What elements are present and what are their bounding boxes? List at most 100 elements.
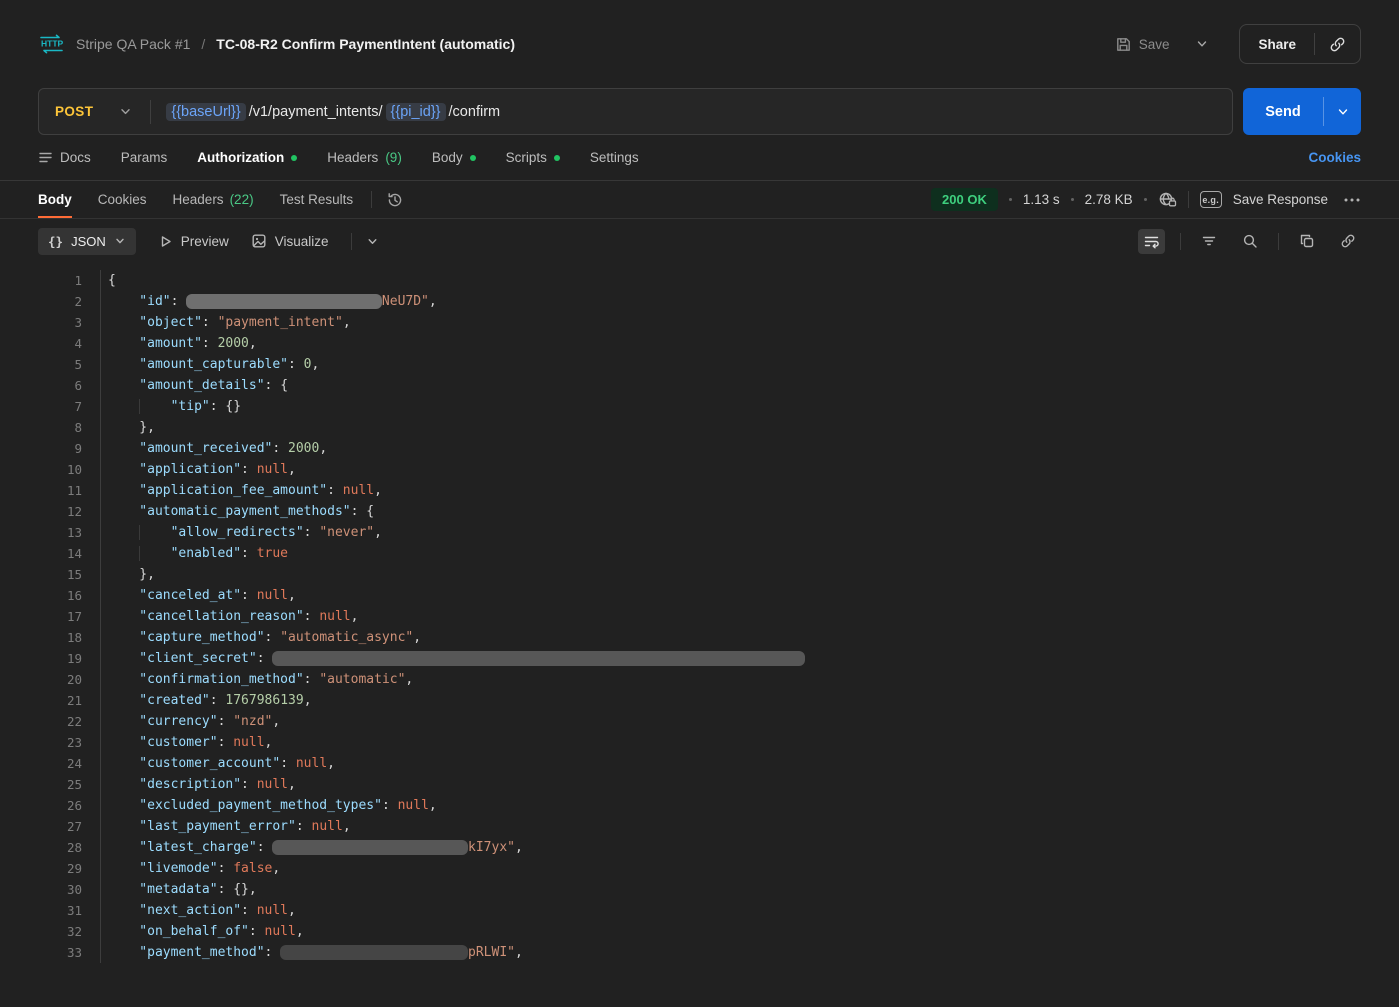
line-content: "amount": 2000, <box>101 336 256 351</box>
request-tab-docs[interactable]: Docs <box>38 150 91 165</box>
request-tab-params[interactable]: Params <box>121 150 168 165</box>
save-button[interactable]: Save <box>1111 30 1174 59</box>
response-tab-headers[interactable]: Headers (22) <box>173 181 254 218</box>
breadcrumb-request-name[interactable]: TC-08-R2 Confirm PaymentIntent (automati… <box>216 36 515 52</box>
divider <box>1278 232 1279 250</box>
code-line: 14 "enabled": true <box>0 543 1399 564</box>
url-segment: /v1/payment_intents/ <box>248 103 383 120</box>
response-tab-cookies[interactable]: Cookies <box>98 181 147 218</box>
viewer-chevron-down-icon[interactable] <box>366 235 379 248</box>
request-header: HTTP Stripe QA Pack #1 / TC-08-R2 Confir… <box>0 0 1399 88</box>
code-token: , <box>303 693 312 708</box>
format-selector[interactable]: {} JSON <box>38 227 136 255</box>
gutter-separator <box>82 501 101 522</box>
status-badge[interactable]: 200 OK <box>931 188 998 211</box>
history-icon[interactable] <box>386 191 404 209</box>
line-number: 16 <box>66 588 82 603</box>
example-badge-icon: e.g. <box>1199 191 1222 208</box>
code-token: : <box>170 294 187 309</box>
more-options-icon[interactable] <box>1343 193 1361 207</box>
save-options-chevron-down-icon[interactable] <box>1187 31 1217 57</box>
gutter-separator <box>82 837 101 858</box>
code-line: 1{ <box>0 270 1399 291</box>
response-time[interactable]: 1.13 s <box>1023 192 1060 207</box>
request-tab-headers[interactable]: Headers (9) <box>327 150 402 165</box>
code-token: 0 <box>303 357 312 372</box>
code-token: "payment_method" <box>139 945 265 960</box>
wrap-text-button[interactable] <box>1138 228 1165 254</box>
response-size[interactable]: 2.78 KB <box>1085 192 1133 207</box>
gutter-separator <box>82 879 101 900</box>
gutter-separator <box>82 375 101 396</box>
code-token: { <box>108 273 116 288</box>
indent-guide <box>139 525 170 540</box>
code-line: 29 "livemode": false, <box>0 858 1399 879</box>
request-tab-body[interactable]: Body <box>432 150 476 165</box>
send-button[interactable]: Send <box>1243 88 1323 135</box>
code-token: null <box>256 777 289 792</box>
search-button[interactable] <box>1237 228 1263 254</box>
code-token: , <box>288 588 296 603</box>
code-token: { <box>366 504 375 519</box>
line-number: 20 <box>66 672 82 687</box>
url-divider <box>150 99 152 124</box>
breadcrumb-collection[interactable]: Stripe QA Pack #1 <box>76 36 190 52</box>
divider <box>371 191 373 208</box>
line-number: 13 <box>66 525 82 540</box>
visualize-button[interactable]: Visualize <box>251 233 329 249</box>
method-chevron-down-icon <box>119 105 132 118</box>
code-line: 13 "allow_redirects": "never", <box>0 522 1399 543</box>
code-token: "nzd" <box>233 714 273 729</box>
copy-link-icon[interactable] <box>1315 36 1360 53</box>
preview-button[interactable]: Preview <box>158 234 229 249</box>
code-token: : <box>241 462 257 477</box>
response-tab-body[interactable]: Body <box>38 181 72 218</box>
request-tab-scripts[interactable]: Scripts <box>506 150 560 165</box>
gutter-separator <box>82 711 101 732</box>
code-token: , <box>428 294 437 309</box>
line-number: 31 <box>66 903 82 918</box>
send-options-chevron-down-icon[interactable] <box>1324 88 1361 135</box>
copy-button[interactable] <box>1294 228 1320 254</box>
code-line: 10 "application": null, <box>0 459 1399 480</box>
code-line: 16 "canceled_at": null, <box>0 585 1399 606</box>
line-content: "confirmation_method": "automatic", <box>101 672 413 687</box>
cookies-link[interactable]: Cookies <box>1308 150 1361 165</box>
request-tab-authorization[interactable]: Authorization <box>197 150 298 165</box>
line-number: 22 <box>66 714 82 729</box>
line-content: { <box>101 273 116 288</box>
code-token: : <box>209 399 226 414</box>
response-viewer-toolbar: {} JSON Preview Visualize <box>0 219 1399 263</box>
response-tab-test-results[interactable]: Test Results <box>280 181 354 218</box>
gutter-separator <box>82 690 101 711</box>
format-chevron-down-icon <box>114 235 126 247</box>
tab-label: Body <box>431 150 463 165</box>
response-body-viewer[interactable]: 1{2 "id": NeU7D", 3 "object": "payment_inte… <box>0 263 1399 963</box>
filter-icon <box>1201 234 1217 248</box>
share-button[interactable]: Share <box>1240 37 1314 52</box>
url-input[interactable]: {{baseUrl}}/v1/payment_intents/{{pi_id}}… <box>166 102 500 121</box>
code-token: : <box>381 798 398 813</box>
url-variable: {{baseUrl}} <box>166 102 246 121</box>
filter-button[interactable] <box>1196 229 1222 253</box>
line-number: 18 <box>66 630 82 645</box>
method-selector[interactable]: POST <box>39 104 150 119</box>
save-response-button[interactable]: Save Response <box>1233 192 1328 207</box>
request-tab-settings[interactable]: Settings <box>590 150 639 165</box>
line-content: "canceled_at": null, <box>101 588 296 603</box>
code-line: 8}, <box>0 417 1399 438</box>
line-content: "excluded_payment_method_types": null, <box>101 798 436 813</box>
format-label: JSON <box>71 233 106 249</box>
response-link-button[interactable] <box>1335 228 1361 254</box>
globe-lock-icon[interactable] <box>1158 191 1177 208</box>
code-line: 5 "amount_capturable": 0, <box>0 354 1399 375</box>
code-line: 6 "amount_details": { <box>0 375 1399 396</box>
line-number: 24 <box>66 756 82 771</box>
code-token: "amount_received" <box>139 441 273 456</box>
code-token: , <box>514 840 523 855</box>
